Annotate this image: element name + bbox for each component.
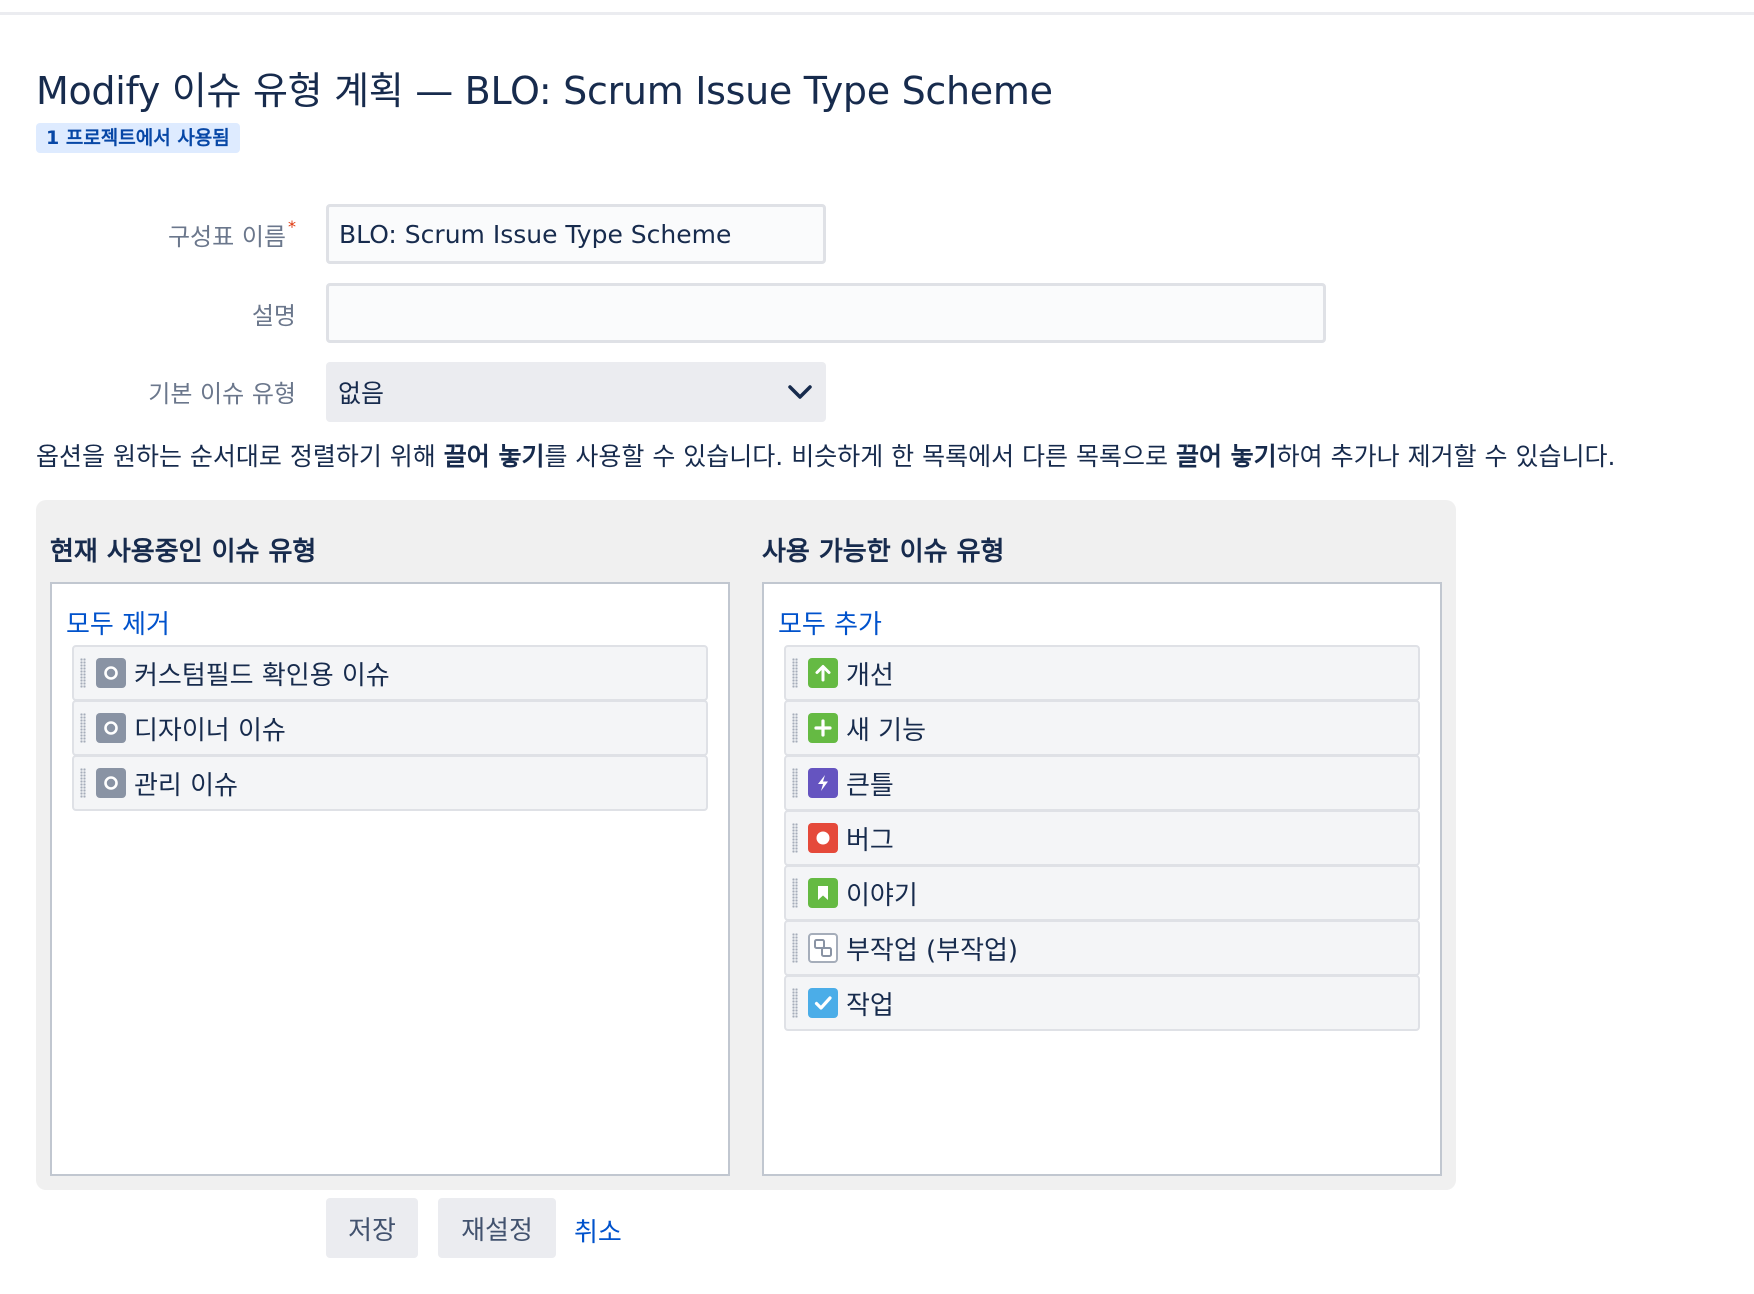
- description-label: 설명: [251, 302, 296, 330]
- list-item[interactable]: 새 기능: [784, 700, 1420, 756]
- list-item-label: 개선: [846, 660, 894, 691]
- list-item-label: 큰틀: [846, 770, 894, 801]
- list-item-label: 커스텀필드 확인용 이슈: [134, 660, 390, 691]
- list-item[interactable]: 관리 이슈: [72, 755, 708, 811]
- list-item-label: 버그: [846, 825, 894, 856]
- drag-handle-icon[interactable]: [792, 878, 798, 908]
- subtask-icon: [808, 933, 838, 963]
- scheme-name-label-text: 구성표 이름: [167, 223, 286, 251]
- drag-handle-icon[interactable]: [80, 658, 86, 688]
- list-item-label: 새 기능: [846, 715, 927, 746]
- scheme-name-label: 구성표 이름 *: [168, 217, 296, 252]
- task-icon: [808, 988, 838, 1018]
- current-issue-types-title: 현재 사용중인 이슈 유형: [50, 537, 317, 567]
- available-issue-types-title: 사용 가능한 이슈 유형: [762, 537, 1005, 567]
- current-issue-types-list[interactable]: 모두 제거 커스텀필드 확인용 이슈 디자이너 이슈 관리 이슈: [50, 582, 730, 1176]
- chevron-down-icon: [786, 378, 814, 406]
- generic-issue-icon: [96, 713, 126, 743]
- cancel-link[interactable]: 취소: [574, 1212, 622, 1249]
- list-item[interactable]: 큰틀: [784, 755, 1420, 811]
- reset-button[interactable]: 재설정: [438, 1198, 556, 1258]
- default-issue-type-label: 기본 이슈 유형: [148, 380, 296, 408]
- story-icon: [808, 878, 838, 908]
- drag-handle-icon[interactable]: [80, 713, 86, 743]
- available-issue-types-list[interactable]: 모두 추가 개선 새 기능 큰틀 버그 이야기 부작업 (부작업) 작업: [762, 582, 1442, 1176]
- help-text-bold: 끌어 놓기: [443, 442, 545, 471]
- drag-handle-icon[interactable]: [792, 768, 798, 798]
- remove-all-link[interactable]: 모두 제거: [66, 604, 170, 641]
- bug-icon: [808, 823, 838, 853]
- add-all-link[interactable]: 모두 추가: [778, 604, 882, 641]
- help-text-bold: 끌어 놓기: [1175, 442, 1277, 471]
- drag-drop-help-text: 옵션을 원하는 순서대로 정렬하기 위해 끌어 놓기를 사용할 수 있습니다. …: [36, 437, 1615, 473]
- list-item-label: 이야기: [846, 880, 918, 911]
- save-button[interactable]: 저장: [326, 1198, 418, 1258]
- required-marker: *: [288, 217, 296, 236]
- drag-handle-icon[interactable]: [792, 713, 798, 743]
- list-item[interactable]: 작업: [784, 975, 1420, 1031]
- list-item[interactable]: 부작업 (부작업): [784, 920, 1420, 976]
- scheme-name-input[interactable]: [326, 204, 826, 264]
- list-item-label: 디자이너 이슈: [134, 715, 286, 746]
- generic-issue-icon: [96, 658, 126, 688]
- list-item[interactable]: 버그: [784, 810, 1420, 866]
- description-input[interactable]: [326, 283, 1326, 343]
- new-feature-icon: [808, 713, 838, 743]
- list-item[interactable]: 디자이너 이슈: [72, 700, 708, 756]
- list-item-label: 관리 이슈: [134, 770, 238, 801]
- list-item[interactable]: 이야기: [784, 865, 1420, 921]
- issue-type-lists-panel: 현재 사용중인 이슈 유형 사용 가능한 이슈 유형 모두 제거 커스텀필드 확…: [36, 500, 1456, 1190]
- list-item-label: 부작업 (부작업): [846, 935, 1019, 966]
- epic-icon: [808, 768, 838, 798]
- page-title: Modify 이슈 유형 계획 — BLO: Scrum Issue Type …: [36, 69, 1053, 113]
- list-item[interactable]: 커스텀필드 확인용 이슈: [72, 645, 708, 701]
- drag-handle-icon[interactable]: [792, 933, 798, 963]
- generic-issue-icon: [96, 768, 126, 798]
- usage-badge: 1 프로젝트에서 사용됨: [36, 123, 240, 153]
- help-text-part: 옵션을 원하는 순서대로 정렬하기 위해: [36, 442, 444, 471]
- default-issue-type-select[interactable]: 없음: [326, 362, 826, 422]
- drag-handle-icon[interactable]: [792, 823, 798, 853]
- drag-handle-icon[interactable]: [792, 988, 798, 1018]
- drag-handle-icon[interactable]: [80, 768, 86, 798]
- help-text-part: 하여 추가나 제거할 수 있습니다.: [1276, 442, 1616, 471]
- default-issue-type-value: 없음: [338, 379, 385, 408]
- list-item-label: 작업: [846, 990, 894, 1021]
- list-item[interactable]: 개선: [784, 645, 1420, 701]
- help-text-part: 를 사용할 수 있습니다. 비슷하게 한 목록에서 다른 목록으로: [544, 442, 1176, 471]
- improvement-icon: [808, 658, 838, 688]
- drag-handle-icon[interactable]: [792, 658, 798, 688]
- top-divider: [0, 12, 1754, 15]
